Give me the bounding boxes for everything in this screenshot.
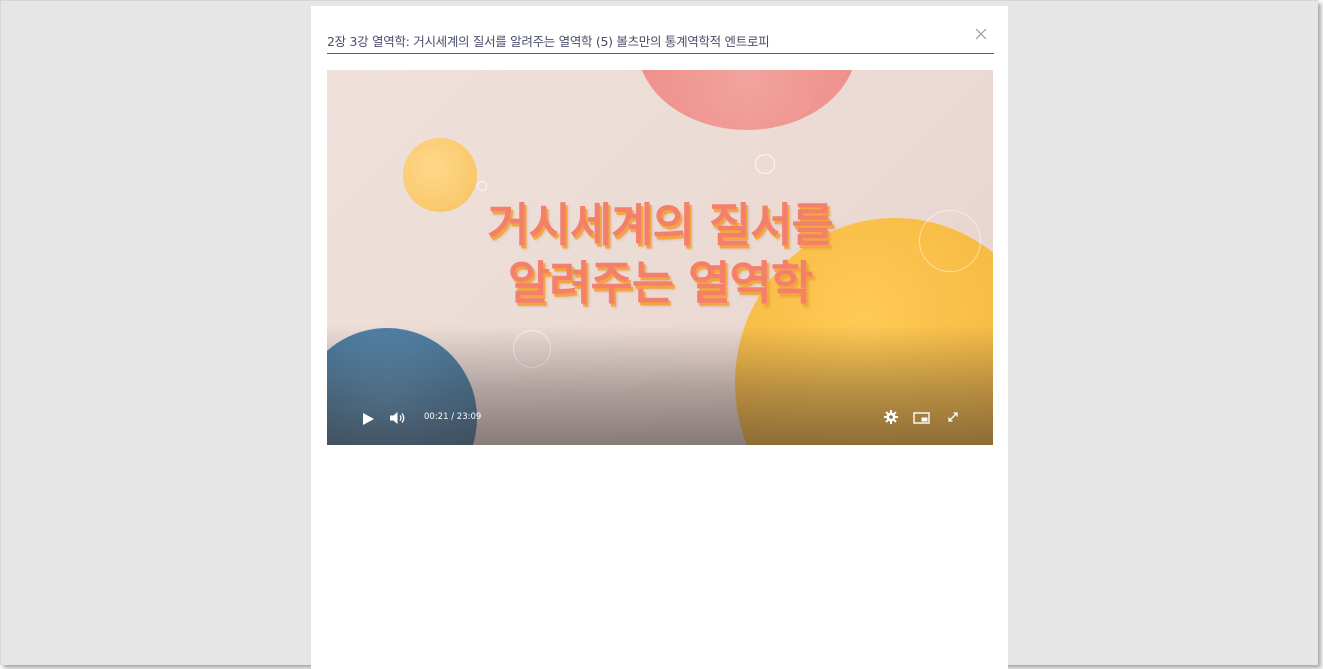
picture-in-picture-icon [913, 412, 930, 424]
gear-icon [884, 410, 898, 424]
video-headline: 거시세계의 질서를 알려주는 열역학 [327, 196, 993, 312]
video-player[interactable]: 거시세계의 질서를 알려주는 열역학 00:21 / 23:09 [327, 70, 993, 445]
settings-button[interactable] [883, 409, 899, 425]
current-time: 00:21 [424, 412, 449, 422]
time-display: 00:21 / 23:09 [424, 412, 481, 422]
fullscreen-icon [948, 412, 958, 422]
decorative-ring [477, 181, 487, 191]
time-separator: / [451, 412, 455, 422]
close-button[interactable] [971, 24, 991, 44]
decorative-ring [755, 154, 775, 174]
picture-in-picture-button[interactable] [913, 410, 931, 424]
duration: 23:09 [456, 412, 482, 422]
video-controls: 00:21 / 23:09 [327, 393, 993, 445]
volume-button[interactable] [389, 410, 407, 426]
modal-title: 2장 3강 열역학: 거시세계의 질서를 알려주는 열역학 (5) 볼츠만의 통… [327, 34, 770, 49]
fullscreen-button[interactable] [945, 409, 961, 425]
play-icon [363, 413, 374, 425]
video-modal: 2장 3강 열역학: 거시세계의 질서를 알려주는 열역학 (5) 볼츠만의 통… [311, 6, 1008, 669]
video-headline-line-2: 알려주는 열역학 [507, 256, 813, 310]
video-headline-line-1: 거시세계의 질서를 [487, 198, 834, 252]
title-divider [327, 53, 994, 54]
browser-window: 2장 3강 열역학: 거시세계의 질서를 알려주는 열역학 (5) 볼츠만의 통… [0, 0, 1318, 669]
volume-icon [390, 412, 405, 424]
close-icon [975, 28, 987, 40]
decorative-pink-circle [637, 70, 857, 130]
play-button[interactable] [361, 411, 375, 425]
